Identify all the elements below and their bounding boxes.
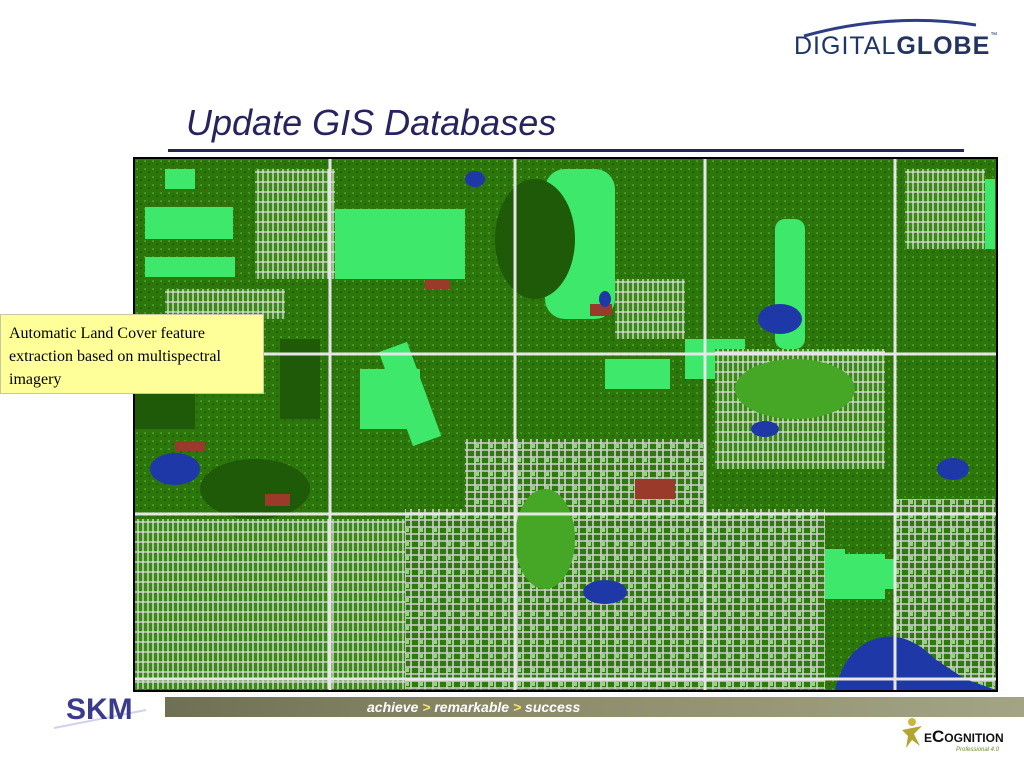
ecognition-version: Professional 4.0 — [956, 747, 1000, 753]
trademark-symbol: ™ — [990, 32, 999, 39]
digitalglobe-wordmark: DIGITALGLOBE™ — [794, 32, 998, 61]
tagline-separator: > — [422, 699, 431, 715]
tagline-word-remarkable: remarkable — [434, 699, 510, 715]
skm-logo-text: SKM — [66, 693, 133, 726]
land-cover-map — [133, 157, 998, 692]
tagline-word-achieve: achieve — [367, 699, 419, 715]
slide-title: Update GIS Databases — [186, 102, 557, 143]
footer-bar — [165, 697, 1024, 717]
title-underline — [168, 149, 964, 152]
callout-note: Automatic Land Cover feature extraction … — [0, 314, 264, 394]
ecognition-wordmark: eCognition — [924, 727, 1004, 746]
logo-text-globe: GLOBE — [896, 32, 991, 60]
skm-logo: SKM — [53, 693, 147, 729]
tagline-separator: > — [512, 699, 522, 715]
land-cover-classification-image — [135, 159, 996, 690]
footer-tagline: achieve > remarkable > success — [367, 697, 580, 717]
digitalglobe-logo: DIGITALGLOBE™ — [790, 16, 1012, 62]
ecognition-logo: eCognition Professional 4.0 — [898, 716, 1018, 760]
logo-text-digital: DIGITAL — [794, 32, 897, 60]
tagline-word-success: success — [525, 699, 581, 715]
